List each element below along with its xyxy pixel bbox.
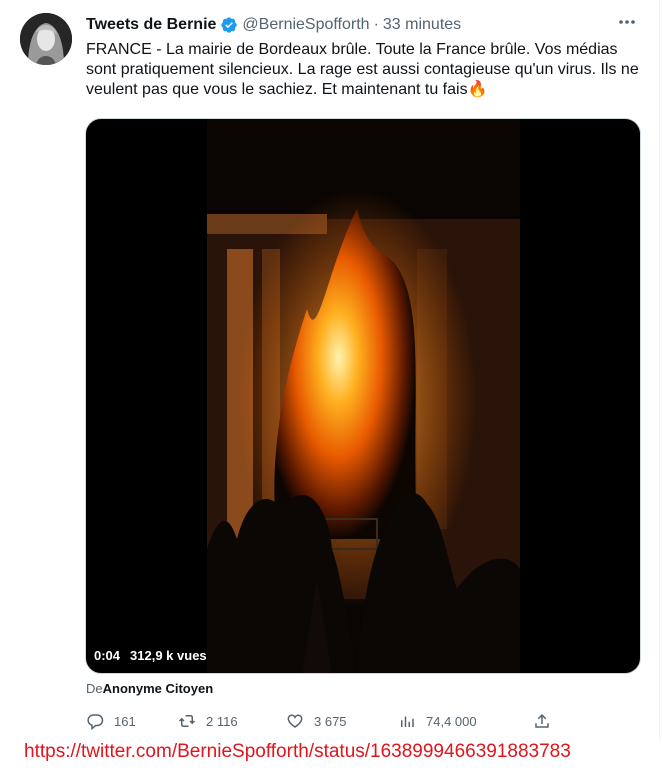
- media-attribution: DeAnonyme Citoyen: [86, 681, 213, 696]
- tweet-card[interactable]: Tweets de Bernie @BernieSpofforth · 33 m…: [0, 0, 660, 740]
- video-overlay: 0:04 312,9 k vues: [94, 648, 207, 663]
- retweet-icon: [178, 715, 196, 727]
- share-icon: [535, 713, 549, 728]
- video-timestamp: 0:04: [94, 648, 121, 663]
- video-frame: [207, 119, 520, 673]
- timestamp[interactable]: 33 minutes: [383, 16, 461, 34]
- separator-dot: ·: [373, 16, 379, 33]
- like-button[interactable]: 3 675: [286, 712, 347, 730]
- avatar-image: [20, 13, 72, 65]
- share-button[interactable]: [533, 712, 551, 730]
- handle[interactable]: @BernieSpofforth: [242, 16, 369, 34]
- video-player[interactable]: 0:04 312,9 k vues: [85, 118, 641, 674]
- tweet-header: Tweets de Bernie @BernieSpofforth · 33 m…: [86, 14, 639, 36]
- avatar[interactable]: [20, 13, 72, 65]
- video-view-count: 312,9 k vues: [130, 648, 207, 663]
- like-count: 3 675: [314, 713, 347, 729]
- display-name[interactable]: Tweets de Bernie: [86, 16, 216, 34]
- source-url[interactable]: https://twitter.com/BernieSpofforth/stat…: [24, 741, 571, 763]
- tweet-text: FRANCE - La mairie de Bordeaux brûle. To…: [86, 41, 639, 98]
- verified-badge-icon: [221, 17, 238, 33]
- view-count: 74,4 000: [426, 713, 477, 729]
- action-bar: 161 2 116 3 675 74,4 000: [86, 712, 556, 732]
- analytics-icon: [401, 716, 414, 727]
- retweet-button[interactable]: 2 116: [178, 712, 238, 730]
- retweet-count: 2 116: [206, 713, 238, 729]
- views-button[interactable]: 74,4 000: [398, 712, 477, 730]
- attribution-prefix: De: [86, 681, 103, 696]
- attribution-source[interactable]: Anonyme Citoyen: [103, 681, 214, 696]
- reply-icon: [87, 714, 104, 730]
- reply-count: 161: [114, 713, 136, 729]
- reply-button[interactable]: 161: [86, 712, 136, 730]
- heart-icon: [287, 714, 303, 728]
- more-options-icon[interactable]: [617, 12, 637, 32]
